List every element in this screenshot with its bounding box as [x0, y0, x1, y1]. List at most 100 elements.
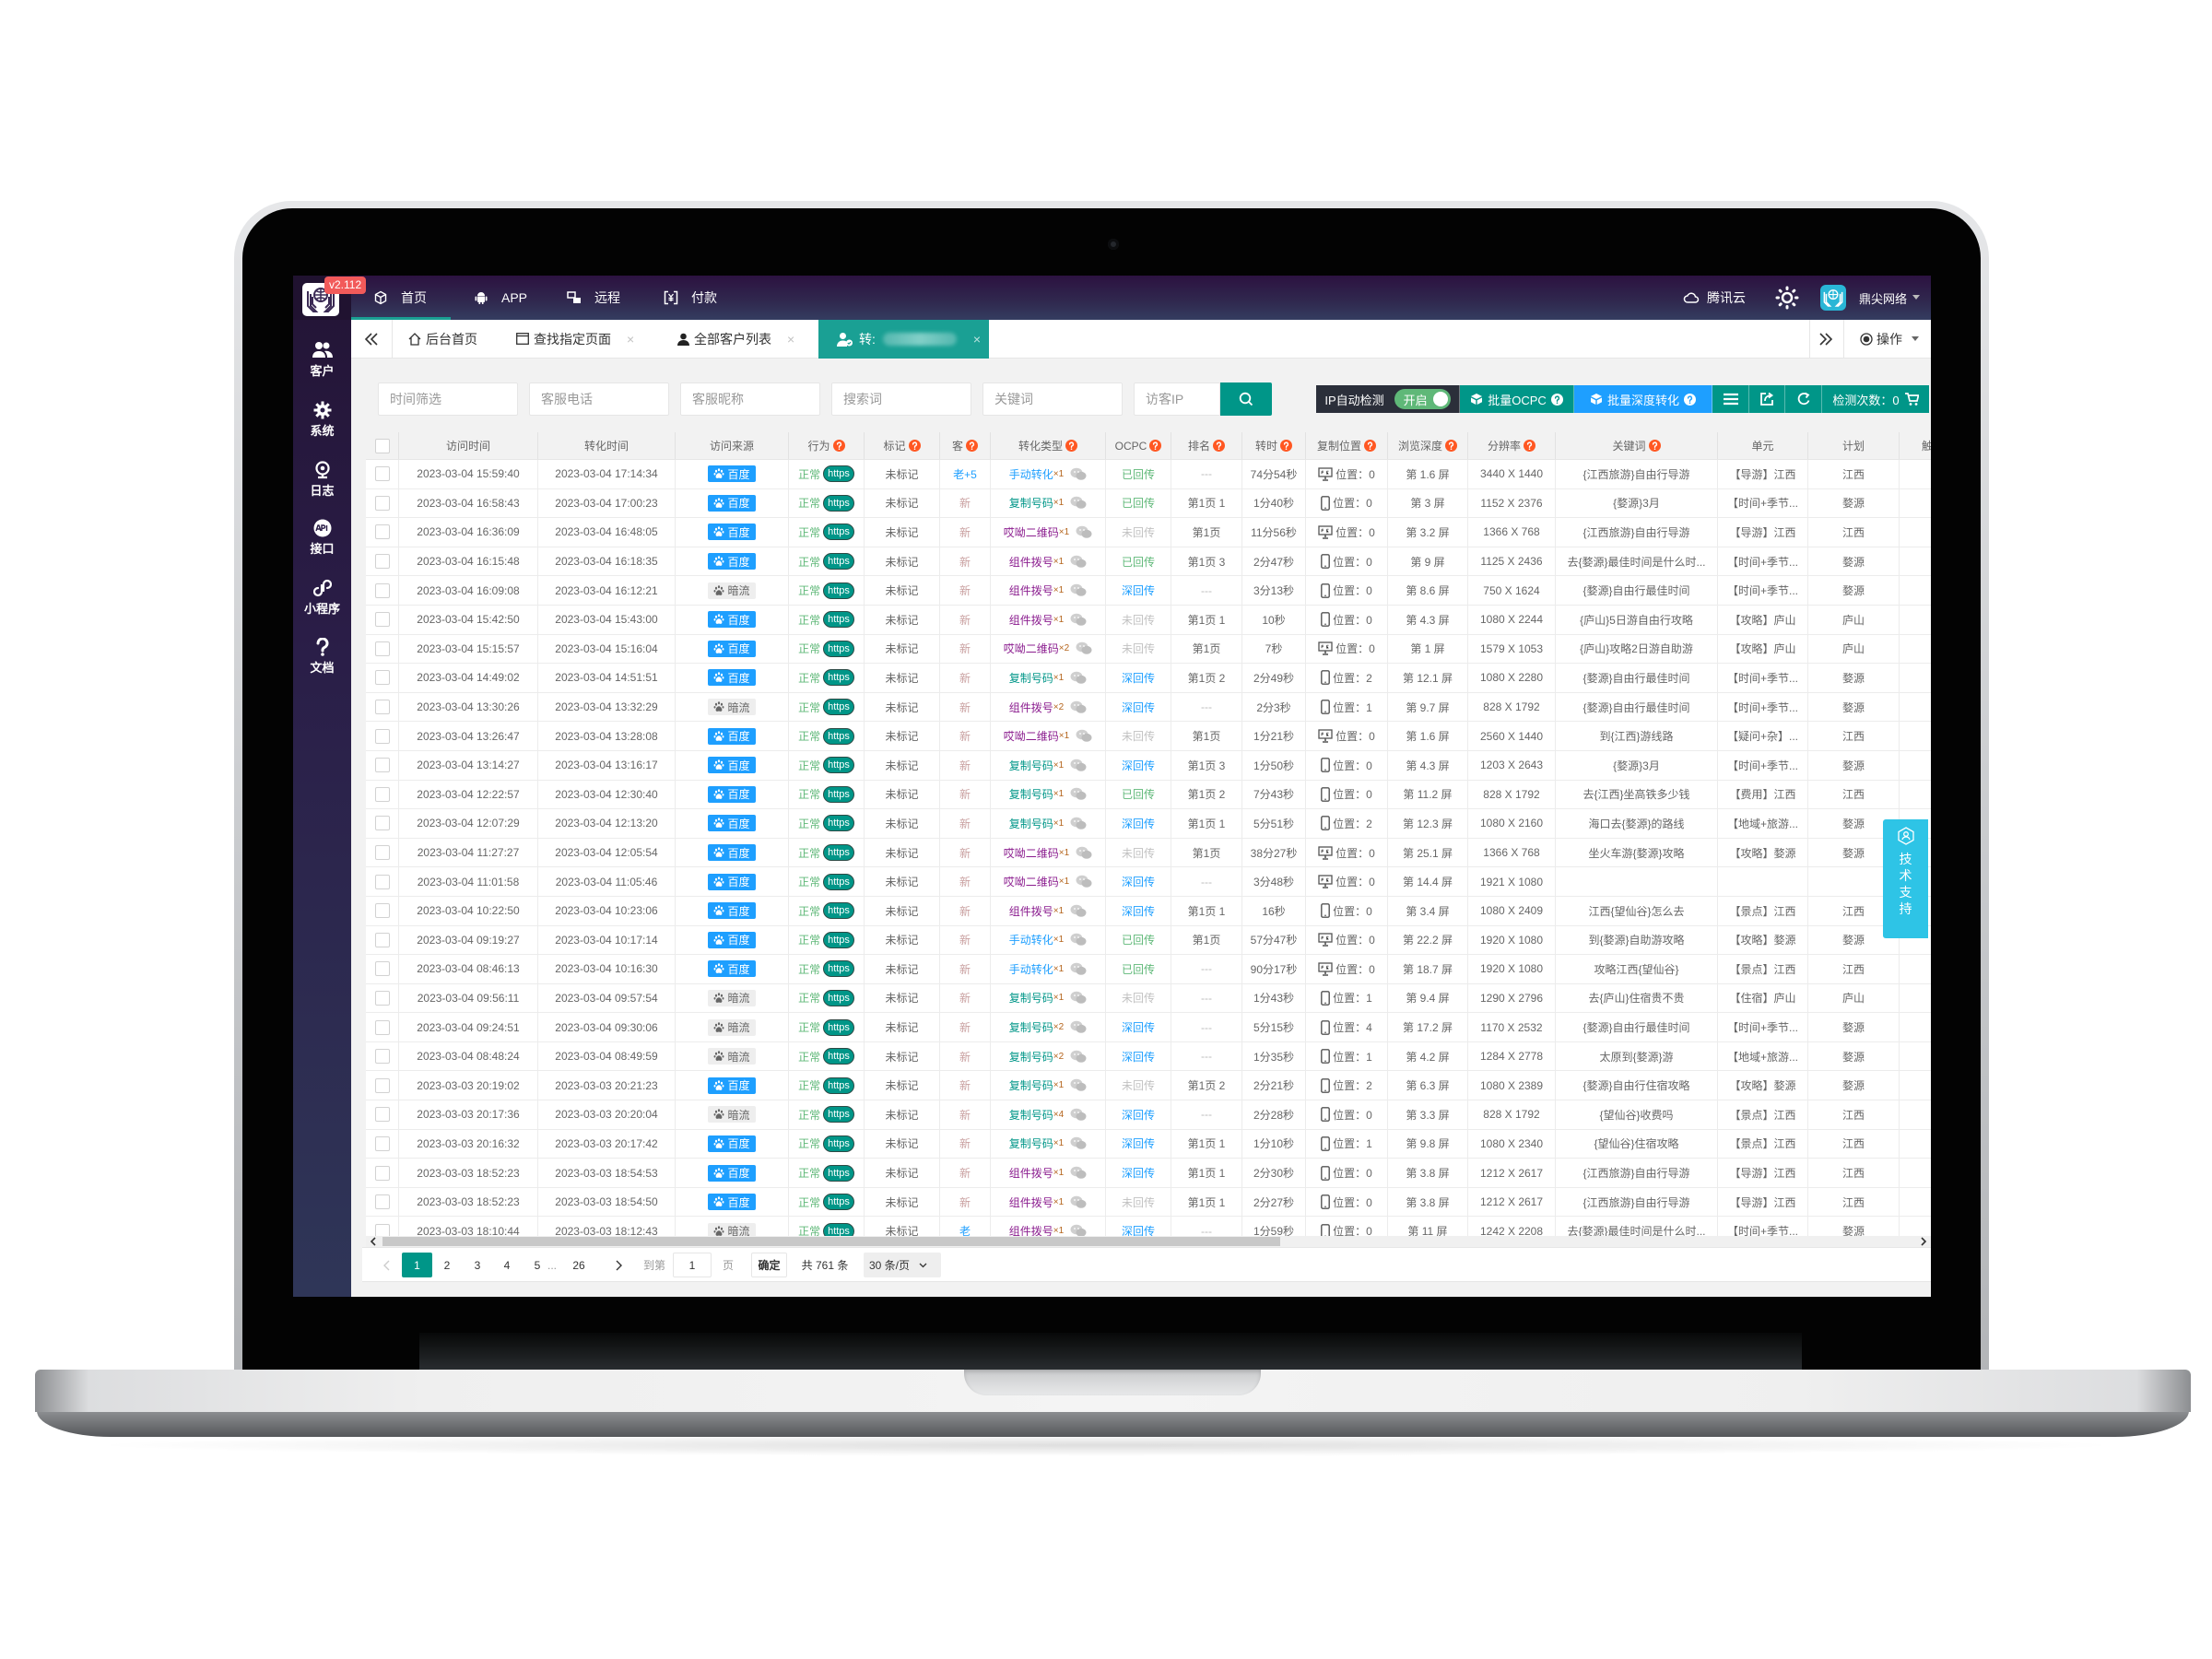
convert-type[interactable]: 复制号码 ×1	[1009, 786, 1064, 802]
row-checkbox[interactable]	[374, 495, 390, 511]
table-row[interactable]: 2023-03-03 20:19:02 2023-03-03 20:21:23 百度…	[366, 1071, 1931, 1101]
table-row[interactable]: 2023-03-04 14:49:02 2023-03-04 14:51:51 百度…	[366, 664, 1931, 693]
sidebar-item-mini-program[interactable]: 小程序	[293, 579, 351, 616]
table-row[interactable]: 2023-03-04 08:48:24 2023-03-04 08:49:59 暗流…	[366, 1041, 1931, 1072]
page-button-5[interactable]: 5	[530, 1253, 545, 1277]
convert-type[interactable]: 复制号码 ×1	[1009, 1077, 1064, 1093]
batch-ocpc-button[interactable]: 批量OCPC	[1460, 385, 1574, 413]
page-size-select[interactable]: 30 条/页	[864, 1253, 941, 1277]
table-row[interactable]: 2023-03-04 13:26:47 2023-03-04 13:28:08 百度…	[366, 722, 1931, 751]
convert-type[interactable]: 手动转化 ×1	[1009, 961, 1064, 977]
help-icon[interactable]	[1213, 440, 1225, 452]
wechat-icon[interactable]	[1070, 1108, 1087, 1122]
sidebar-item-api[interactable]: 接口	[293, 519, 351, 556]
table-row[interactable]: 2023-03-04 13:30:26 2023-03-04 13:32:29 暗流…	[366, 692, 1931, 723]
sidebar-item-docs[interactable]: 文档	[293, 638, 351, 675]
row-checkbox[interactable]	[374, 1107, 390, 1123]
convert-type[interactable]: 哎呦二维码 ×1	[1004, 845, 1069, 861]
convert-type[interactable]: 组件拨号 ×1	[1009, 903, 1064, 919]
row-checkbox[interactable]	[374, 466, 390, 482]
convert-type[interactable]: 组件拨号 ×1	[1009, 1194, 1064, 1210]
column-settings-button[interactable]	[1712, 385, 1749, 413]
table-row[interactable]: 2023-03-04 11:01:58 2023-03-04 11:05:46 百度…	[366, 867, 1931, 897]
convert-type[interactable]: 复制号码 ×1	[1009, 1135, 1064, 1151]
next-page-button[interactable]	[613, 1253, 626, 1277]
convert-type[interactable]: 复制号码 ×1	[1009, 758, 1064, 773]
wechat-icon[interactable]	[1070, 1020, 1087, 1034]
wechat-icon[interactable]	[1070, 1166, 1087, 1180]
confirm-page-button[interactable]: 确定	[751, 1253, 787, 1277]
close-icon[interactable]: ×	[627, 332, 634, 347]
table-row[interactable]: 2023-03-04 16:15:48 2023-03-04 16:18:35 百度…	[366, 547, 1931, 577]
sidebar-item-customers[interactable]: 客户	[293, 341, 351, 378]
convert-type[interactable]: 哎呦二维码 ×2	[1004, 641, 1069, 656]
visitor-ip-input[interactable]: 访客IP	[1134, 382, 1220, 416]
wechat-icon[interactable]	[1070, 467, 1087, 481]
help-icon[interactable]	[1364, 440, 1376, 452]
table-row[interactable]: 2023-03-04 15:15:57 2023-03-04 15:16:04 百度…	[366, 634, 1931, 665]
table-row[interactable]: 2023-03-04 09:24:51 2023-03-04 09:30:06 暗流…	[366, 1013, 1931, 1042]
convert-type[interactable]: 复制号码 ×4	[1009, 1107, 1064, 1123]
batch-deep-convert-button[interactable]: 批量深度转化	[1574, 385, 1712, 413]
table-row[interactable]: 2023-03-03 18:52:23 2023-03-03 18:54:53 百度…	[366, 1159, 1931, 1188]
help-icon[interactable]	[1065, 440, 1077, 452]
sidebar-item-system[interactable]: 系统	[293, 401, 351, 438]
page-button-26[interactable]: 26	[569, 1253, 589, 1277]
wechat-icon[interactable]	[1070, 1136, 1087, 1150]
convert-type[interactable]: 哎呦二维码 ×1	[1004, 524, 1069, 540]
table-row[interactable]: 2023-03-04 16:58:43 2023-03-04 17:00:23 百度…	[366, 488, 1931, 519]
wechat-icon[interactable]	[1070, 817, 1087, 830]
convert-type[interactable]: 复制号码 ×1	[1009, 670, 1064, 686]
page-button-4[interactable]: 4	[500, 1253, 514, 1277]
wechat-icon[interactable]	[1070, 991, 1087, 1005]
wechat-icon[interactable]	[1076, 846, 1092, 860]
wechat-icon[interactable]	[1070, 583, 1087, 597]
nav-item-remote[interactable]: 远程	[567, 276, 620, 320]
page-button-1[interactable]: 1	[402, 1253, 432, 1277]
table-row[interactable]: 2023-03-04 15:59:40 2023-03-04 17:14:34 百度…	[366, 460, 1931, 489]
nav-item-app[interactable]: APP	[474, 276, 527, 320]
row-checkbox[interactable]	[374, 700, 390, 715]
refresh-button[interactable]	[1785, 385, 1822, 413]
convert-type[interactable]: 哎呦二维码 ×1	[1004, 728, 1069, 744]
ip-auto-detect-toggle[interactable]: 开启	[1394, 389, 1451, 409]
table-row[interactable]: 2023-03-03 20:16:32 2023-03-03 20:17:42 百度…	[366, 1129, 1931, 1159]
help-icon[interactable]	[1550, 393, 1563, 406]
scroll-right-icon[interactable]	[1920, 1237, 1927, 1246]
wechat-icon[interactable]	[1070, 759, 1087, 772]
wechat-icon[interactable]	[1076, 525, 1092, 539]
row-checkbox[interactable]	[374, 1165, 390, 1181]
table-row[interactable]: 2023-03-04 16:09:08 2023-03-04 16:12:21 暗流…	[366, 576, 1931, 606]
search-button[interactable]	[1220, 382, 1272, 416]
row-checkbox[interactable]	[374, 1019, 390, 1035]
tech-support-button[interactable]: 技术支持	[1883, 819, 1928, 938]
page-input[interactable]: 1	[673, 1253, 712, 1277]
wechat-icon[interactable]	[1070, 1050, 1087, 1064]
wechat-icon[interactable]	[1070, 671, 1087, 685]
wechat-icon[interactable]	[1070, 555, 1087, 569]
help-icon[interactable]	[1648, 440, 1661, 452]
table-row[interactable]: 2023-03-03 20:17:36 2023-03-03 20:20:04 暗流…	[366, 1100, 1931, 1130]
theme-toggle[interactable]	[1775, 276, 1799, 320]
row-checkbox[interactable]	[374, 816, 390, 831]
wechat-icon[interactable]	[1070, 496, 1087, 510]
time-filter-input[interactable]: 时间筛选	[378, 382, 518, 416]
row-checkbox[interactable]	[374, 786, 390, 802]
convert-type[interactable]: 组件拨号 ×2	[1009, 700, 1064, 715]
table-row[interactable]: 2023-03-04 15:42:50 2023-03-04 15:43:00 百度…	[366, 605, 1931, 635]
tab-active-transfer[interactable]: 转: ×	[818, 320, 989, 359]
help-icon[interactable]	[832, 440, 845, 452]
row-checkbox[interactable]	[374, 1049, 390, 1065]
convert-type[interactable]: 哎呦二维码 ×1	[1004, 874, 1069, 889]
wechat-icon[interactable]	[1076, 641, 1092, 655]
row-checkbox[interactable]	[374, 641, 390, 656]
row-checkbox[interactable]	[374, 524, 390, 540]
tab-find-page[interactable]: 查找指定页面 ×	[516, 320, 634, 358]
help-icon[interactable]	[1445, 440, 1457, 452]
wechat-icon[interactable]	[1070, 1078, 1087, 1092]
horizontal-scrollbar[interactable]	[366, 1236, 1931, 1247]
convert-type[interactable]: 组件拨号 ×1	[1009, 1165, 1064, 1181]
table-row[interactable]: 2023-03-04 16:36:09 2023-03-04 16:48:05 百度…	[366, 518, 1931, 547]
row-checkbox[interactable]	[374, 582, 390, 598]
wechat-icon[interactable]	[1070, 613, 1087, 627]
